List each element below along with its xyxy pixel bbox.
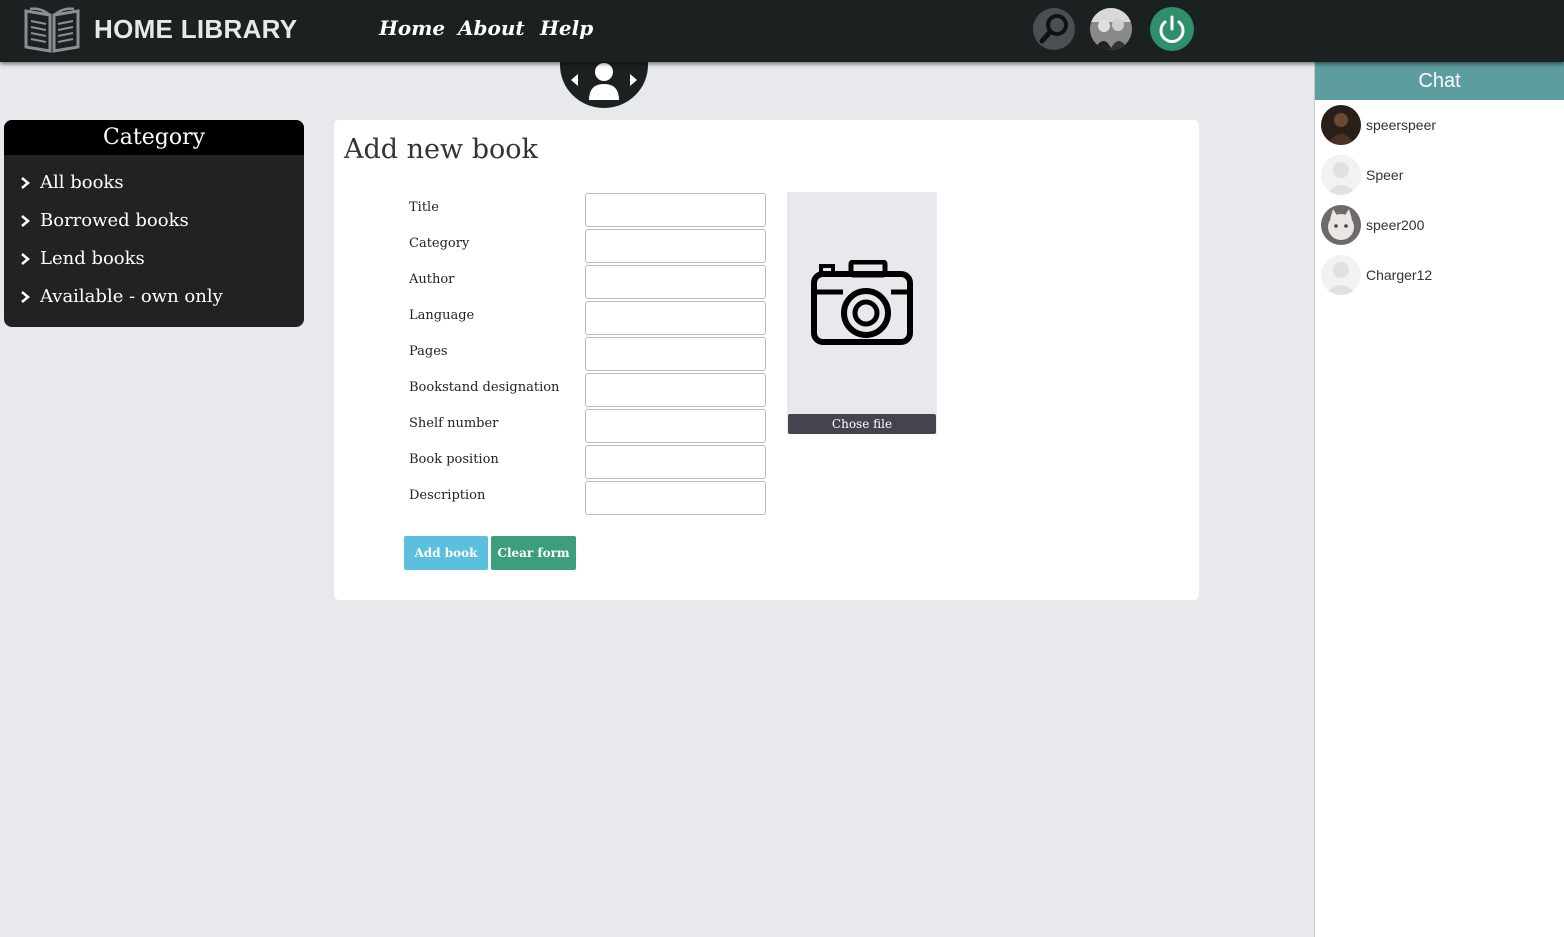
add-book-button[interactable]: Add book <box>404 536 488 570</box>
page-title: Add new book <box>344 134 538 165</box>
chat-user-charger12[interactable]: Charger12 <box>1321 255 1432 295</box>
category-label: Category <box>409 236 470 251</box>
language-label: Language <box>409 308 475 323</box>
chevron-left-icon[interactable] <box>571 74 578 86</box>
book-cover-upload[interactable]: Chose file <box>787 192 937 434</box>
search-icon <box>1039 14 1068 44</box>
avatar <box>1321 105 1361 145</box>
chat-user-name: Charger12 <box>1366 267 1433 283</box>
category-item-borrowed-books[interactable]: Borrowed books <box>18 210 189 231</box>
shelf-number-input[interactable] <box>585 409 766 443</box>
bookstand-designation-input[interactable] <box>585 373 766 407</box>
category-item-label: Available - own only <box>40 286 223 307</box>
category-item-all-books[interactable]: All books <box>18 172 124 193</box>
camera-icon <box>811 260 913 345</box>
category-item-lend-books[interactable]: Lend books <box>18 248 145 269</box>
pages-label: Pages <box>409 344 448 359</box>
chat-user-speerspeer[interactable]: speerspeer <box>1321 105 1436 145</box>
chevron-right-icon <box>21 290 30 303</box>
category-input[interactable] <box>585 229 766 263</box>
category-item-label: Lend books <box>40 248 145 269</box>
avatar <box>1321 205 1361 245</box>
top-navbar: HOME LIBRARY Home About Help <box>0 0 1564 62</box>
book-position-input[interactable] <box>585 445 766 479</box>
power-icon <box>1159 15 1185 43</box>
search-button[interactable] <box>1033 8 1075 50</box>
category-title: Category <box>4 120 304 155</box>
title-input[interactable] <box>585 193 766 227</box>
user-icon <box>589 63 619 100</box>
title-label: Title <box>409 200 439 215</box>
chat-panel: Chat speerspeer Speer speer200 Charger12 <box>1314 62 1564 937</box>
clear-form-button[interactable]: Clear form <box>491 536 576 570</box>
avatar <box>1321 255 1361 295</box>
chat-user-name: speer200 <box>1366 217 1425 233</box>
add-book-panel: Add new book Title Category Author Langu… <box>334 120 1199 600</box>
author-input[interactable] <box>585 265 766 299</box>
brand-title[interactable]: HOME LIBRARY <box>94 14 297 45</box>
nav-help[interactable]: Help <box>540 16 593 40</box>
category-sidebar: Category All books Borrowed books Lend b… <box>4 120 304 327</box>
chevron-right-icon <box>21 252 30 265</box>
chat-user-name: speerspeer <box>1366 117 1437 133</box>
chat-user-speer200[interactable]: speer200 <box>1321 205 1424 245</box>
author-label: Author <box>409 272 455 287</box>
pages-input[interactable] <box>585 337 766 371</box>
open-book-logo-icon[interactable] <box>22 5 82 53</box>
category-item-label: Borrowed books <box>40 210 189 231</box>
avatar <box>1321 155 1361 195</box>
chat-user-name: Speer <box>1366 167 1404 183</box>
shelf-number-label: Shelf number <box>409 416 499 431</box>
user-photo-avatar <box>1090 8 1132 50</box>
chat-title: Chat <box>1315 62 1564 100</box>
nav-home[interactable]: Home <box>379 16 445 40</box>
book-position-label: Book position <box>409 452 499 467</box>
chat-user-speer[interactable]: Speer <box>1321 155 1403 195</box>
chevron-right-icon <box>21 176 30 189</box>
user-avatar-button[interactable] <box>1090 8 1132 50</box>
chevron-right-icon <box>21 214 30 227</box>
description-input[interactable] <box>585 481 766 515</box>
description-label: Description <box>409 488 486 503</box>
chevron-right-icon[interactable] <box>630 74 637 86</box>
choose-file-button[interactable]: Chose file <box>788 414 936 434</box>
category-item-label: All books <box>40 172 124 193</box>
nav-about[interactable]: About <box>458 16 525 40</box>
language-input[interactable] <box>585 301 766 335</box>
bookstand-designation-label: Bookstand designation <box>409 380 560 395</box>
logout-button[interactable] <box>1150 7 1194 51</box>
category-item-available-own-only[interactable]: Available - own only <box>18 286 223 307</box>
